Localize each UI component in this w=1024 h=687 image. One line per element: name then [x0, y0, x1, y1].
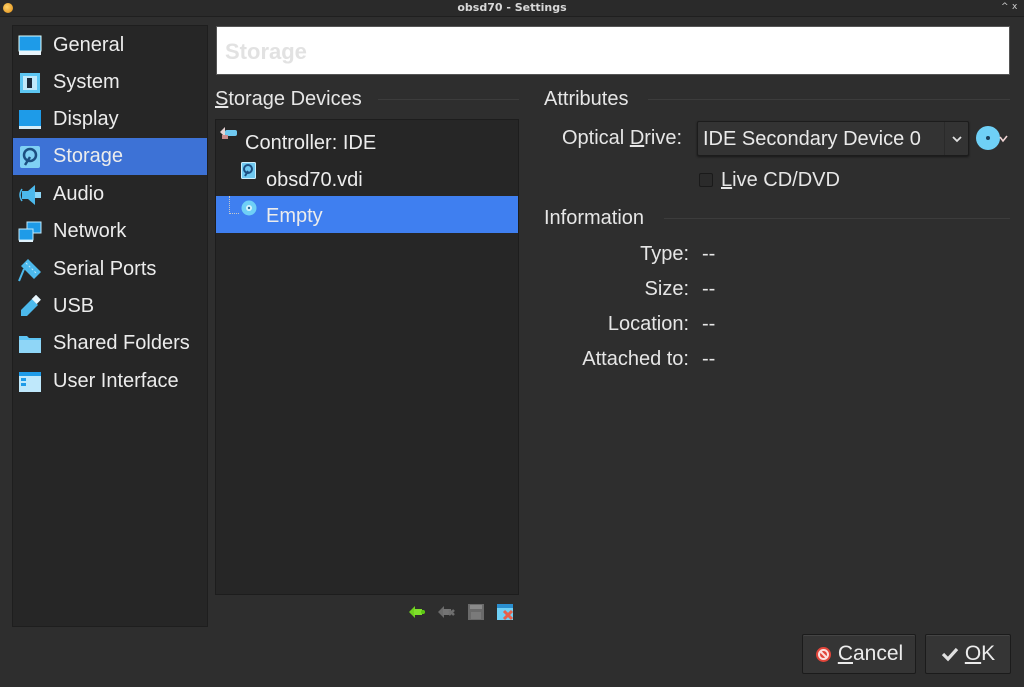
storage-devices-title: Storage Devices — [215, 88, 362, 111]
information-title: Information — [544, 207, 645, 229]
remove-attachment-icon — [497, 604, 514, 621]
storage-icon — [17, 145, 43, 169]
add-attachment-button[interactable] — [467, 603, 485, 621]
tree-item-label: obsd70.vdi — [266, 169, 363, 191]
ide-controller-icon — [219, 126, 239, 146]
audio-icon — [17, 183, 43, 207]
live-cd-label[interactable]: Live CD/DVD — [721, 169, 840, 192]
sidebar-item-label: Audio — [53, 183, 105, 205]
mnemonic: O — [964, 642, 982, 665]
settings-sidebar: General System Display Storage Audio Net… — [12, 25, 208, 627]
mnemonic: L — [721, 169, 733, 191]
sidebar-item-system[interactable]: System — [13, 64, 207, 101]
mnemonic: S — [215, 88, 229, 110]
info-location-label: Location: — [607, 313, 689, 335]
system-icon — [17, 71, 43, 95]
general-icon — [17, 34, 43, 58]
label-part: rive: — [644, 127, 683, 149]
sidebar-item-label: Network — [53, 220, 127, 242]
label-part: Optical — [562, 127, 630, 149]
add-attachment-icon — [468, 604, 484, 620]
sidebar-item-serial-ports[interactable]: Serial Ports — [13, 251, 207, 288]
add-controller-icon — [409, 606, 425, 618]
ok-label: OK — [965, 642, 995, 666]
maximize-icon[interactable]: ^ — [1001, 2, 1009, 12]
mnemonic: C — [837, 642, 853, 665]
title-bar: obsd70 - Settings ^ x — [0, 0, 1024, 17]
sidebar-item-storage[interactable]: Storage — [13, 138, 207, 175]
live-cd-checkbox[interactable] — [699, 173, 713, 187]
divider — [664, 218, 1010, 219]
serial-ports-icon — [17, 258, 43, 282]
mnemonic: D — [629, 127, 645, 149]
optical-drive-value: IDE Secondary Device 0 — [703, 128, 921, 150]
shared-folders-icon — [17, 332, 43, 356]
title-rest: torage Devices — [228, 88, 362, 110]
display-icon — [17, 108, 43, 132]
network-icon — [17, 220, 43, 244]
cancel-icon — [815, 646, 832, 663]
sidebar-item-user-interface[interactable]: User Interface — [13, 363, 207, 400]
info-location-value: -- — [702, 313, 716, 335]
usb-icon — [17, 294, 43, 319]
ok-button[interactable]: OK — [925, 634, 1011, 674]
sidebar-item-usb[interactable]: USB — [13, 288, 207, 325]
add-controller-button[interactable] — [408, 604, 426, 622]
cancel-label: Cancel — [838, 642, 903, 666]
hard-disk-icon — [241, 162, 256, 183]
chevron-down-icon[interactable] — [944, 122, 968, 155]
attributes-title: Attributes — [544, 88, 629, 110]
choose-disk-button[interactable] — [975, 124, 1009, 152]
optical-drive-select[interactable]: IDE Secondary Device 0 — [697, 121, 969, 156]
optical-drive-label: Optical Drive: — [562, 127, 682, 150]
page-title: Storage — [225, 39, 307, 64]
remove-controller-button[interactable] — [437, 604, 455, 622]
remove-attachment-button[interactable] — [496, 603, 514, 621]
close-icon[interactable]: x — [1012, 2, 1017, 12]
info-type-label: Type: — [640, 243, 689, 265]
page-header: Storage — [216, 26, 1010, 75]
sidebar-item-label: Storage — [53, 145, 124, 167]
info-size-value: -- — [702, 278, 716, 300]
sidebar-item-shared-folders[interactable]: Shared Folders — [13, 325, 207, 362]
remove-controller-icon — [438, 606, 455, 618]
divider — [378, 99, 519, 100]
label-part: ancel — [852, 642, 904, 665]
sidebar-item-label: General — [53, 34, 125, 56]
window-title: obsd70 - Settings — [457, 1, 567, 14]
sidebar-item-label: System — [53, 71, 120, 93]
sidebar-item-display[interactable]: Display — [13, 101, 207, 138]
label-part: ive CD/DVD — [732, 169, 840, 191]
user-interface-icon — [17, 370, 43, 394]
optical-disc-menu-icon — [976, 126, 1008, 150]
divider — [648, 99, 1010, 100]
checkmark-icon — [941, 646, 959, 662]
tree-branch-line — [229, 196, 239, 214]
optical-disc-icon — [241, 200, 257, 220]
tree-item-empty[interactable]: Empty — [216, 196, 518, 233]
info-size-label: Size: — [644, 278, 689, 300]
sidebar-item-audio[interactable]: Audio — [13, 176, 207, 213]
info-attached-to-label: Attached to: — [582, 348, 689, 370]
sidebar-item-label: Shared Folders — [53, 332, 190, 354]
cancel-button[interactable]: Cancel — [802, 634, 916, 674]
tree-item-label: Controller: IDE — [245, 132, 377, 154]
sidebar-item-network[interactable]: Network — [13, 213, 207, 250]
info-attached-to-value: -- — [702, 348, 716, 370]
tree-item-controller-ide[interactable]: Controller: IDE — [216, 123, 518, 160]
sidebar-item-general[interactable]: General — [13, 27, 207, 64]
tree-item-label: Empty — [266, 205, 323, 227]
tree-item-obsd70-vdi[interactable]: obsd70.vdi — [216, 160, 518, 197]
storage-tree[interactable]: Controller: IDE obsd70.vdi Empty — [215, 119, 519, 595]
sidebar-item-label: Display — [53, 108, 119, 130]
sidebar-item-label: User Interface — [53, 370, 179, 392]
label-part: K — [981, 642, 996, 665]
sidebar-item-label: USB — [53, 295, 95, 317]
sidebar-item-label: Serial Ports — [53, 258, 157, 280]
info-type-value: -- — [702, 243, 716, 265]
